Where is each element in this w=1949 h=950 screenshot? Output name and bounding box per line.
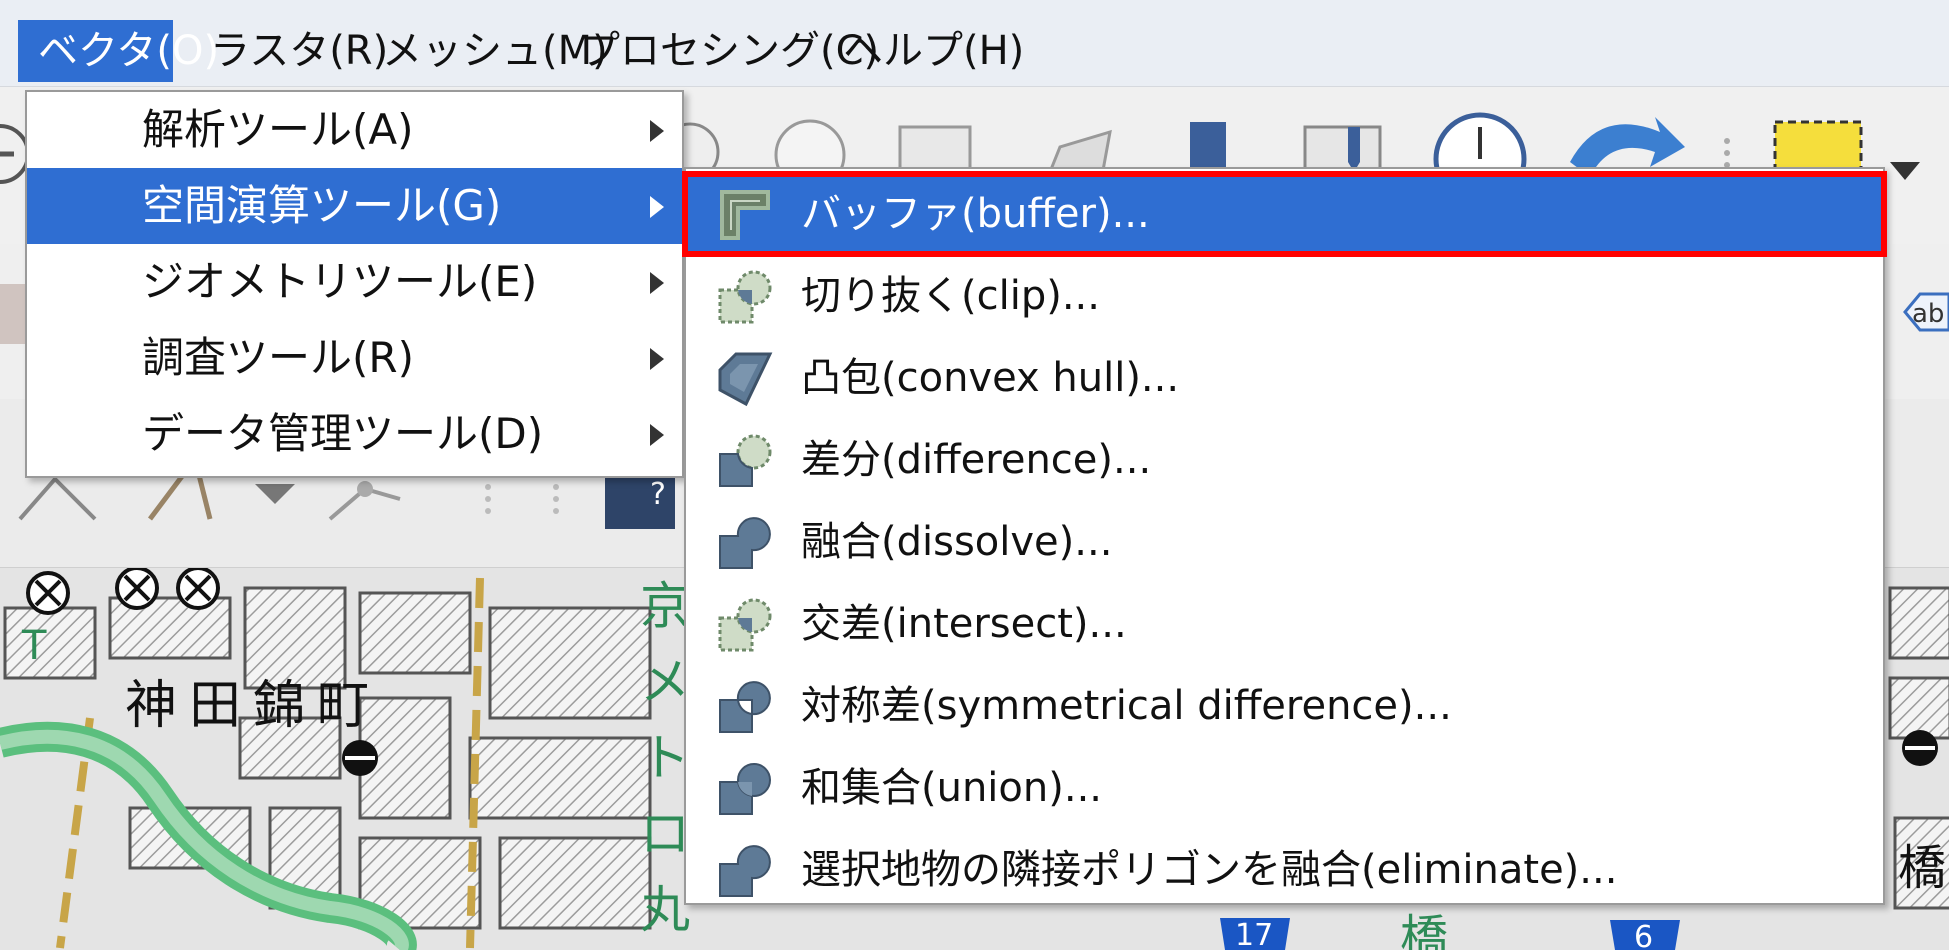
geo-menu-item-difference[interactable]: 差分(difference)...	[686, 419, 1883, 501]
menu-bar: ベクタ(O) ラスタ(R) メッシュ(M) プロセシング(C) ヘルプ(H)	[0, 0, 1949, 87]
chevron-down-icon	[1890, 162, 1920, 180]
geo-menu-item-eliminate[interactable]: 選択地物の隣接ポリゴンを融合(eliminate)...	[686, 829, 1883, 911]
vector-menu-item-research[interactable]: 調査ツール(R)	[27, 320, 682, 396]
vector-menu-item-geoprocessing[interactable]: 空間演算ツール(G)	[27, 168, 682, 244]
vector-menu-item-geometry[interactable]: ジオメトリツール(E)	[27, 244, 682, 320]
menu-vector[interactable]: ベクタ(O)	[18, 20, 219, 82]
vector-menu-item-data-management[interactable]: データ管理ツール(D)	[27, 396, 682, 472]
difference-icon	[719, 434, 772, 487]
geo-menu-item-dissolve[interactable]: 融合(dissolve)...	[686, 501, 1883, 583]
help-badge: ?	[650, 477, 666, 512]
clip-icon	[718, 270, 772, 324]
map-left-label: T	[22, 623, 47, 669]
vector-menu: 解析ツール(A) 空間演算ツール(G) ジオメトリツール(E) 調査ツール(R)…	[25, 90, 684, 478]
vector-menu-item-analysis[interactable]: 解析ツール(A)	[27, 92, 682, 168]
geo-menu-item-union[interactable]: 和集合(union)...	[686, 747, 1883, 829]
symmetrical-difference-icon	[719, 681, 771, 733]
eliminate-icon	[719, 845, 771, 897]
submenu-arrow-icon	[650, 272, 664, 294]
submenu-arrow-icon	[650, 424, 664, 446]
route-6-label: 6	[1634, 920, 1654, 950]
tool-icon	[0, 284, 28, 344]
submenu-arrow-icon	[650, 348, 664, 370]
geo-menu-item-clip[interactable]: 切り抜く(clip)...	[686, 255, 1883, 337]
convex-hull-icon	[718, 352, 773, 407]
geo-menu-item-convex-hull[interactable]: 凸包(convex hull)...	[686, 337, 1883, 419]
menu-help[interactable]: ヘルプ(H)	[823, 20, 1044, 82]
union-icon	[719, 763, 771, 815]
geo-menu-item-intersect[interactable]: 交差(intersect)...	[686, 583, 1883, 665]
map-right-label: 橋	[1898, 840, 1947, 896]
intersect-icon	[718, 598, 772, 652]
submenu-arrow-icon	[650, 120, 664, 142]
submenu-arrow-icon	[650, 196, 664, 218]
place-label: 神田錦町	[125, 676, 382, 736]
route-17-label: 17	[1235, 918, 1274, 950]
geoprocessing-menu: バッファ(buffer)... 切り抜く(clip)... 凸包(convex …	[684, 167, 1885, 905]
highlight-box	[682, 171, 1887, 257]
geo-menu-item-symmetrical-difference[interactable]: 対称差(symmetrical difference)...	[686, 665, 1883, 747]
dissolve-icon	[719, 517, 771, 569]
label-badge: ab	[1912, 299, 1945, 329]
